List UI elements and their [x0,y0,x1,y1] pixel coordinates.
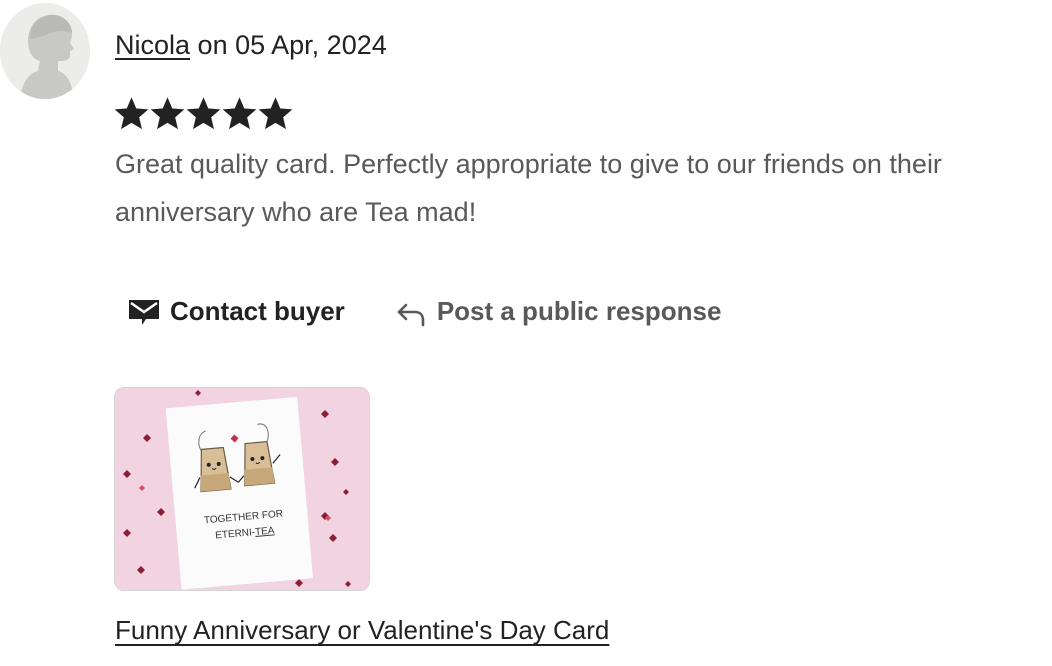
contact-buyer-label: Contact buyer [170,296,345,326]
review-date: 05 Apr, 2024 [235,30,387,60]
default-avatar-icon [0,3,90,99]
post-public-response-button[interactable]: Post a public response [395,296,722,327]
star-icon [186,97,221,130]
reviewer-name-link[interactable]: Nicola [115,30,190,60]
review-actions: Contact buyer Post a public response [128,296,721,327]
reply-arrow-icon [395,297,427,327]
star-icon [114,97,149,130]
product-title-link[interactable]: Funny Anniversary or Valentine's Day Car… [115,613,609,647]
star-icon [258,97,293,130]
product-thumbnail[interactable]: TOGETHER FOR ETERNI-TEA [114,387,370,591]
post-public-response-label: Post a public response [436,296,722,326]
avatar[interactable] [0,3,90,99]
review-text: Great quality card. Perfectly appropriat… [115,149,942,227]
date-prefix: on [197,30,228,60]
product-card-image: TOGETHER FOR ETERNI-TEA [115,388,369,590]
envelope-icon [128,297,160,327]
star-rating [114,95,293,133]
contact-buyer-button[interactable]: Contact buyer [128,296,345,327]
review-header: Nicola on 05 Apr, 2024 [115,28,387,62]
star-icon [150,97,185,130]
star-icon [222,97,257,130]
